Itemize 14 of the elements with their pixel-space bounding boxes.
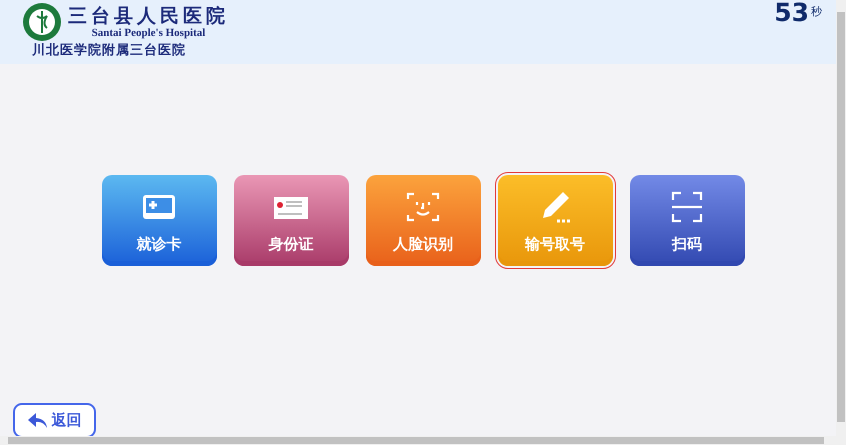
back-arrow-icon [28, 412, 48, 428]
hospital-name: 三台县人民医院 [68, 5, 229, 27]
option-button[interactable]: 人脸识别 [366, 174, 480, 266]
hospital-english-name: Santai People's Hospital [92, 27, 206, 39]
option-button[interactable]: 扫码 [630, 174, 744, 266]
countdown-number: 53 [774, 0, 809, 26]
option-button[interactable]: 身份证 [234, 174, 348, 266]
vertical-scrollbar[interactable] [836, 0, 846, 436]
option-button[interactable]: 就诊卡 [102, 174, 216, 266]
back-button[interactable]: 返回 [13, 403, 96, 438]
horizontal-scrollbar[interactable] [0, 436, 846, 445]
countdown-unit: 秒 [811, 4, 822, 19]
hospital-logo [22, 2, 62, 42]
affiliation-text: 川北医学院附属三台医院 [32, 42, 187, 60]
